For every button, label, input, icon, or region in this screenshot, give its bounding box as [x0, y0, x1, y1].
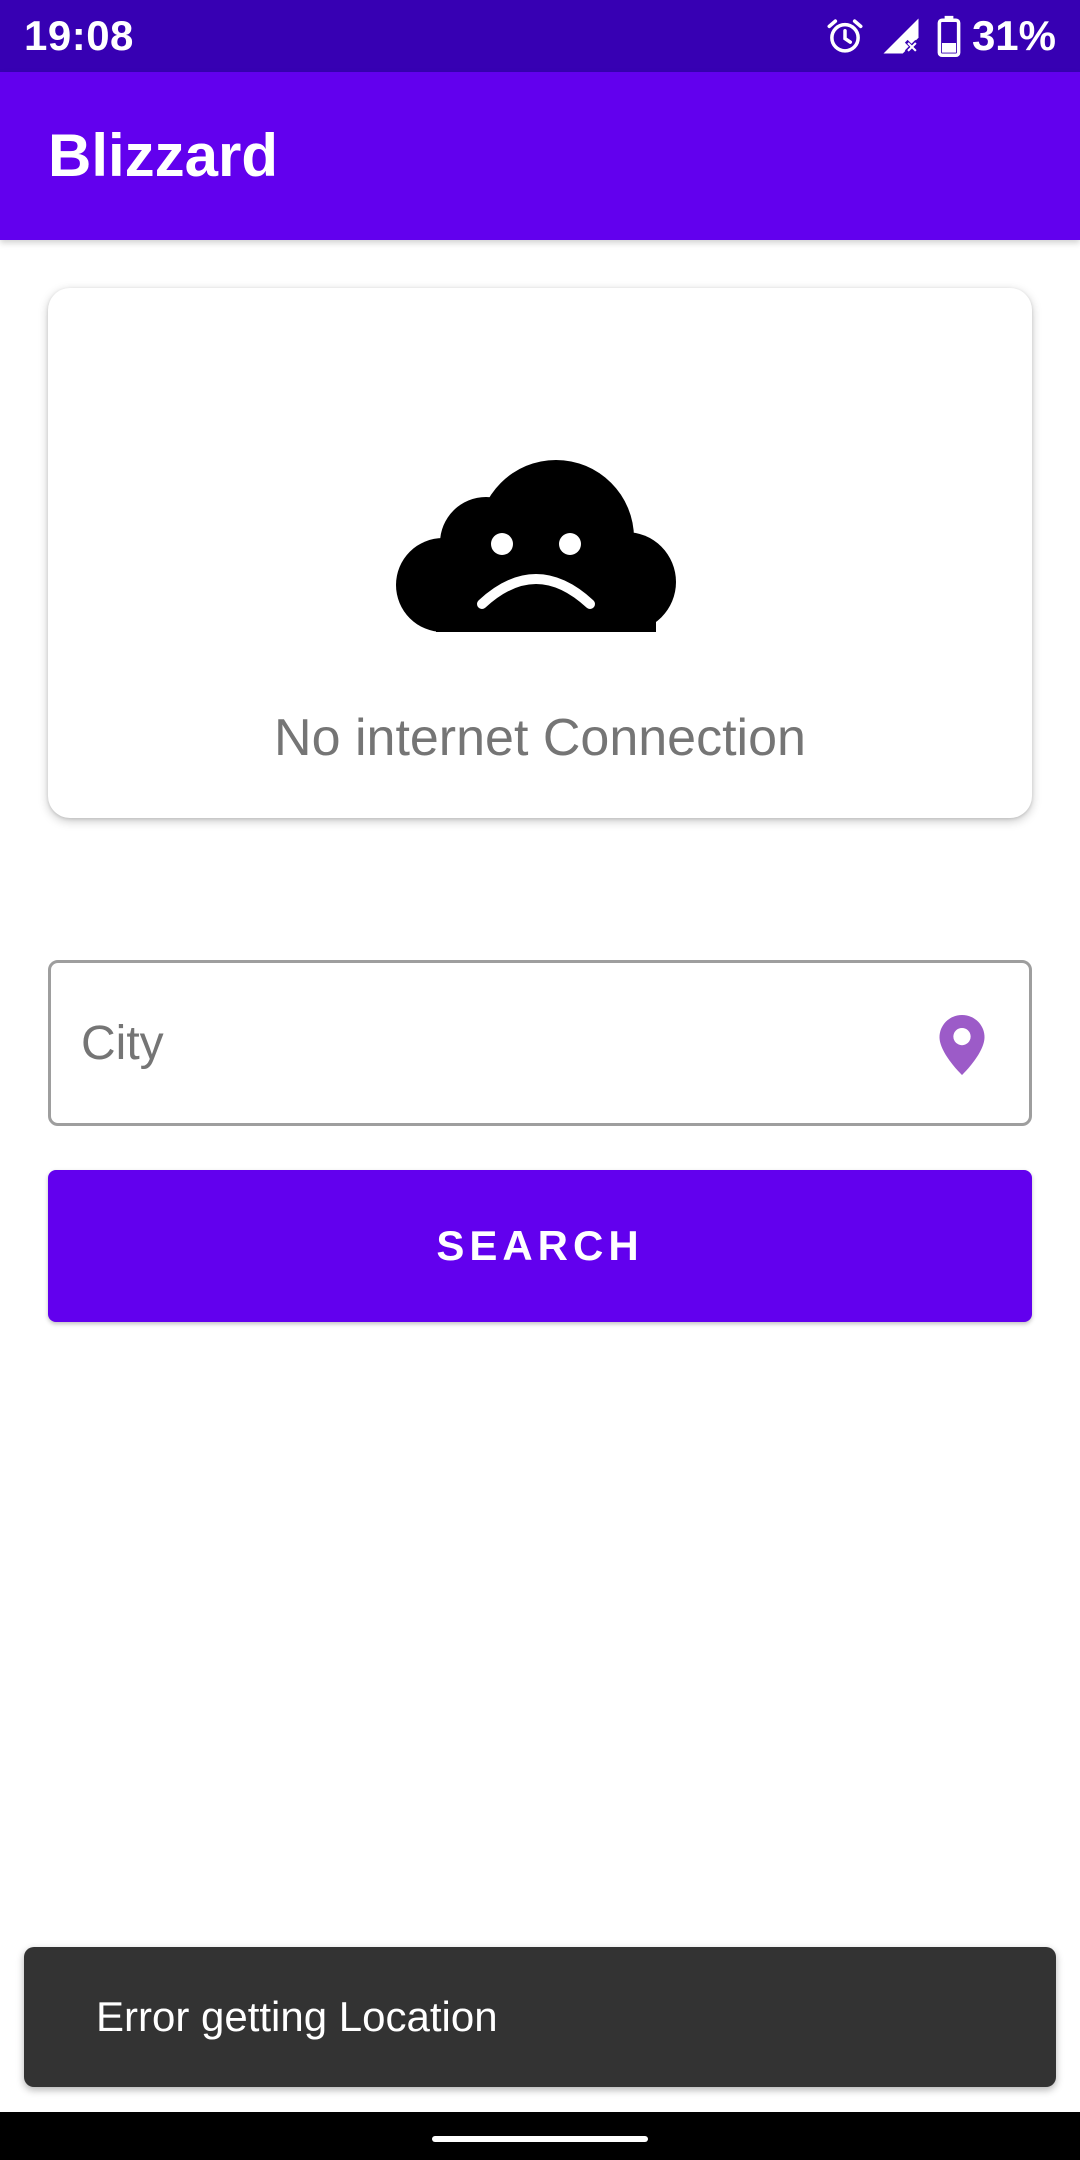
app-bar: Blizzard: [0, 72, 1080, 240]
city-field[interactable]: [48, 960, 1032, 1126]
no-connection-message: No internet Connection: [274, 709, 806, 767]
status-icons: 31%: [824, 12, 1056, 60]
snackbar: Error getting Location: [24, 1947, 1056, 2087]
battery-icon: [936, 15, 962, 57]
search-button[interactable]: SEARCH: [48, 1170, 1032, 1322]
app-title: Blizzard: [48, 122, 279, 189]
city-input[interactable]: [81, 963, 921, 1123]
status-card: No internet Connection: [48, 288, 1032, 818]
location-pin-icon[interactable]: [939, 1015, 985, 1080]
sad-cloud-icon: [396, 458, 684, 643]
signal-off-icon: [880, 15, 922, 57]
battery-percent: 31%: [971, 12, 1056, 59]
alarm-icon: [824, 15, 866, 57]
status-bar: 19:08 31%: [0, 0, 1080, 72]
home-gesture-handle[interactable]: [432, 2136, 648, 2142]
navigation-bar: [0, 2112, 1080, 2160]
app-screen: 19:08 31% Blizzard No internet Connectio…: [0, 0, 1080, 2160]
snackbar-message: Error getting Location: [96, 1993, 498, 2040]
status-time: 19:08: [24, 12, 134, 59]
